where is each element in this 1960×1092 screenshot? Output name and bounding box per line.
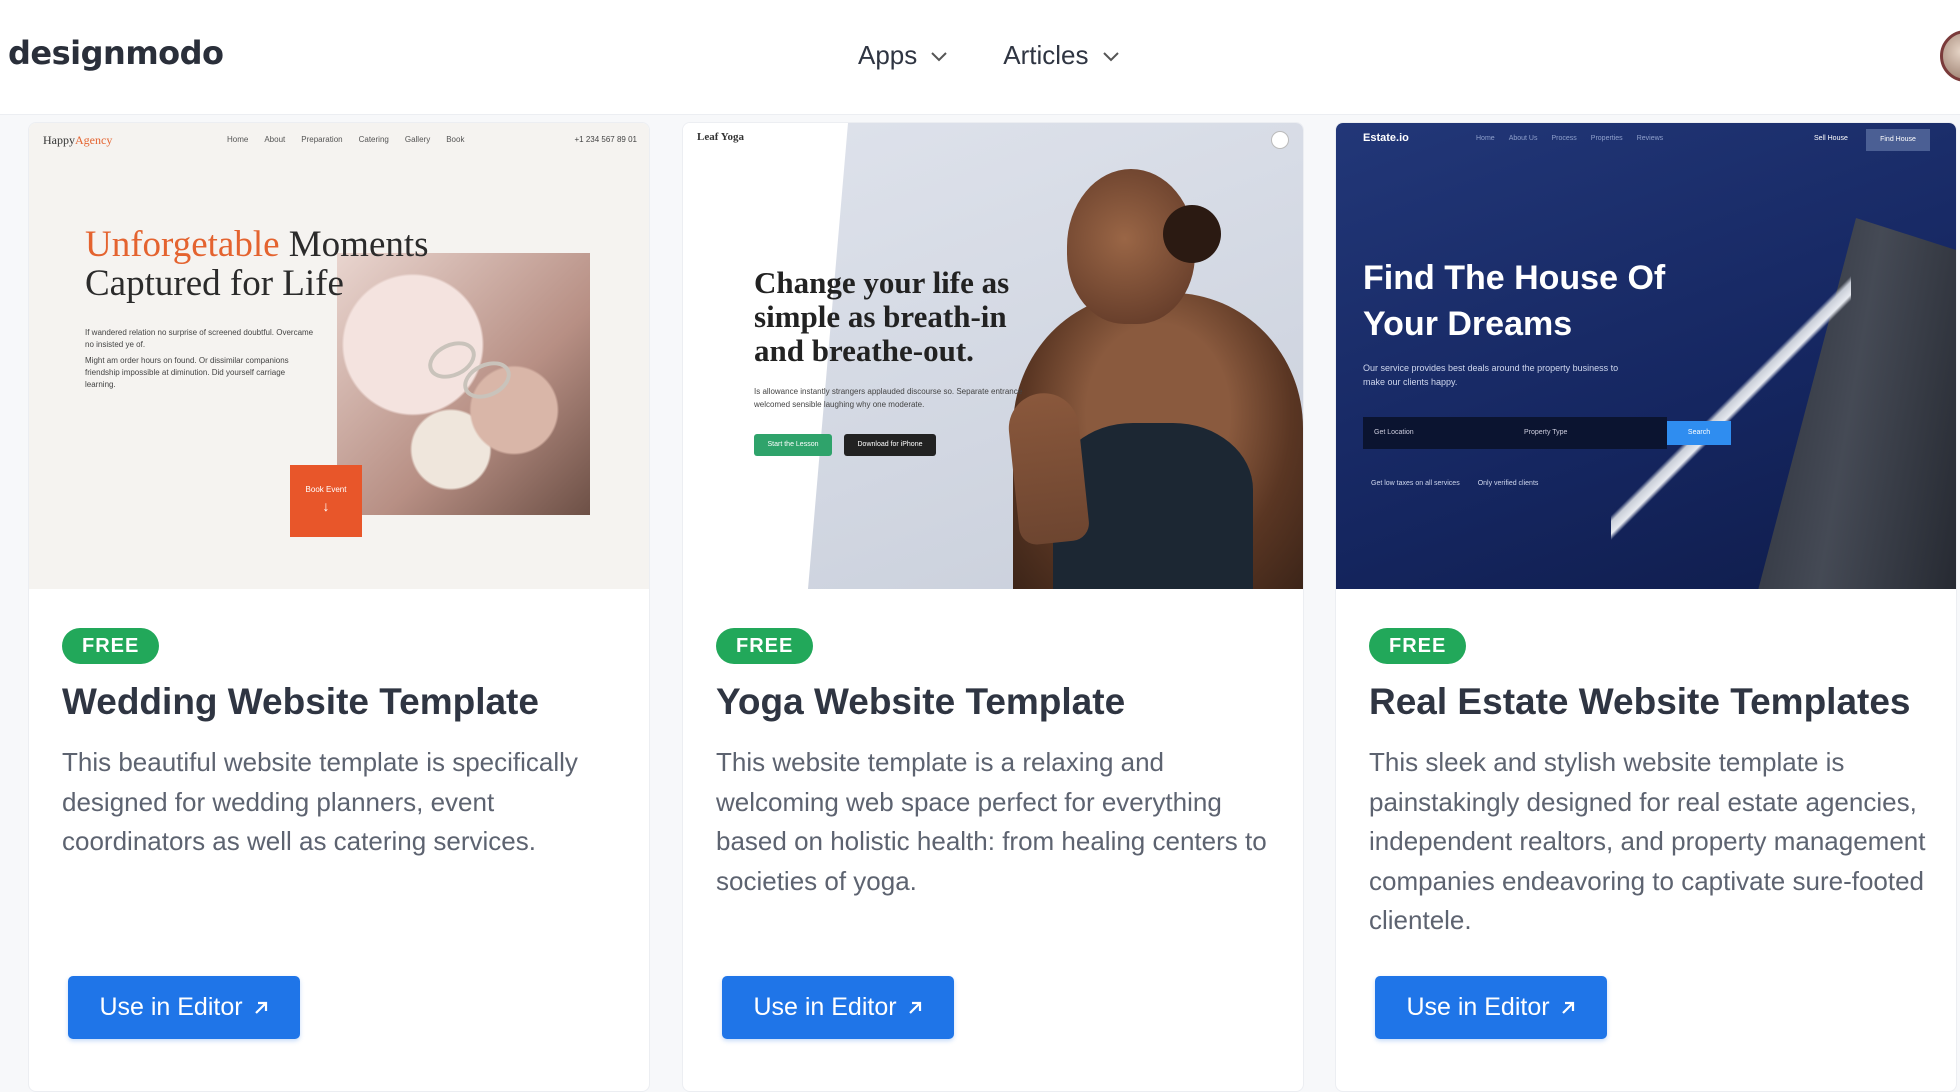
preview-text: Our service provides best deals around t… (1363, 363, 1619, 387)
chevron-down-icon (931, 51, 947, 61)
preview-nav-links: Home About Us Process Properties Reviews (1476, 135, 1663, 142)
preview-type-field: Property Type (1524, 429, 1568, 436)
template-card-yoga[interactable]: Leaf Yoga Change your life as simple as … (682, 122, 1304, 1092)
nav-apps-label: Apps (858, 40, 918, 70)
preview-text-2: Might am order hours on found. Or dissim… (85, 356, 289, 389)
preview-features: Get low taxes on all services Only verif… (1371, 480, 1538, 487)
preview-nav-link: Home (227, 135, 249, 144)
preview-nav-link: About (264, 135, 286, 144)
preview-feature: Get low taxes on all services (1371, 480, 1460, 487)
card-title[interactable]: Wedding Website Template (62, 681, 539, 723)
preview-text: If wandered relation no surprise of scre… (85, 327, 315, 391)
card-description: This beautiful website template is speci… (62, 747, 578, 856)
preview-headline-accent: Unforgetable (85, 224, 280, 265)
preview-logo-a: Happy (43, 133, 75, 147)
preview-text-1: If wandered relation no surprise of scre… (85, 328, 314, 349)
nav-articles-label: Articles (1003, 40, 1089, 70)
user-avatar[interactable] (1940, 30, 1960, 82)
nav-articles[interactable]: Articles (1003, 40, 1120, 71)
preview-nav-links: Home About Preparation Catering Gallery … (227, 135, 464, 144)
free-badge: FREE (1369, 628, 1467, 664)
card-title[interactable]: Real Estate Website Templates (1369, 681, 1911, 723)
yoga-preview-image[interactable]: Leaf Yoga Change your life as simple as … (683, 123, 1303, 589)
template-card-real-estate[interactable]: Estate.io Home About Us Process Properti… (1335, 122, 1957, 1092)
preview-headline: Unforgetable Moments Captured for Life (85, 225, 429, 303)
preview-headline: Change your life as simple as breath-in … (754, 265, 1010, 368)
preview-logo-b: Agency (75, 133, 113, 147)
preview-nav-link: About Us (1508, 135, 1538, 142)
use-in-editor-label: Use in Editor (753, 993, 897, 1021)
preview-feature: Only verified clients (1477, 480, 1539, 487)
preview-logo: HappyAgency (43, 133, 112, 148)
preview-nav-link: Book (446, 135, 465, 144)
use-in-editor-button[interactable]: Use in Editor (1375, 976, 1607, 1039)
preview-nav-link: Catering (358, 135, 389, 144)
preview-nav-link: Preparation (301, 135, 343, 144)
card-description: This sleek and stylish website template … (1369, 747, 1926, 935)
preview-nav-link: Home (1476, 135, 1495, 142)
preview-headline: Find The House Of Your Dreams (1363, 259, 1666, 343)
preview-sell-link: Sell House (1814, 135, 1848, 142)
preview-phone: +1 234 567 89 01 (574, 135, 637, 144)
use-in-editor-button[interactable]: Use in Editor (722, 976, 954, 1039)
hair-bun (1163, 205, 1221, 263)
wedding-preview-image[interactable]: HappyAgency Home About Preparation Cater… (29, 123, 649, 589)
preview-logo: Leaf Yoga (697, 131, 744, 143)
preview-start-button: Start the Lesson (754, 434, 832, 456)
chevron-down-icon (1102, 51, 1119, 61)
arrow-up-right-icon (908, 1001, 921, 1014)
preview-headline-rest: Moments (279, 224, 429, 265)
preview-book-label: Book Event (305, 485, 347, 494)
use-in-editor-label: Use in Editor (99, 993, 243, 1021)
card-description: This website template is a relaxing and … (716, 747, 1267, 896)
free-badge: FREE (62, 628, 160, 664)
card-title[interactable]: Yoga Website Template (716, 681, 1125, 723)
designmodo-logo[interactable]: designmodo (8, 34, 224, 72)
arrow-up-right-icon (254, 1001, 267, 1014)
preview-book-button: Book Event ↓ (290, 465, 362, 537)
preview-find-button: Find House (1866, 129, 1930, 151)
use-in-editor-button[interactable]: Use in Editor (68, 976, 300, 1039)
arrow-up-right-icon (1561, 1001, 1574, 1014)
preview-navbar: HappyAgency Home About Preparation Cater… (43, 133, 637, 149)
preview-nav-link: Gallery (404, 135, 431, 144)
top-header: designmodo Apps Articles (0, 0, 1960, 115)
real-estate-preview-image[interactable]: Estate.io Home About Us Process Properti… (1336, 123, 1956, 589)
template-card-wedding[interactable]: HappyAgency Home About Preparation Cater… (28, 122, 650, 1092)
preview-headline-line2: Captured for Life (85, 263, 344, 304)
free-badge: FREE (716, 628, 814, 664)
preview-nav-link: Reviews (1636, 135, 1664, 142)
use-in-editor-label: Use in Editor (1406, 993, 1550, 1021)
preview-location-field: Get Location (1374, 429, 1414, 436)
preview-download-button: Download for iPhone (844, 434, 936, 456)
preview-logo: Estate.io (1363, 132, 1409, 144)
arrow-down-icon: ↓ (322, 498, 330, 514)
nav-apps[interactable]: Apps (858, 40, 949, 71)
preview-search-button: Search (1667, 421, 1731, 445)
preview-text: Is allowance instantly strangers applaud… (754, 387, 1023, 409)
preview-nav-link: Properties (1590, 135, 1623, 142)
menu-icon (1271, 131, 1289, 149)
preview-nav-link: Process (1551, 135, 1577, 142)
main-nav: Apps Articles (858, 40, 1121, 71)
